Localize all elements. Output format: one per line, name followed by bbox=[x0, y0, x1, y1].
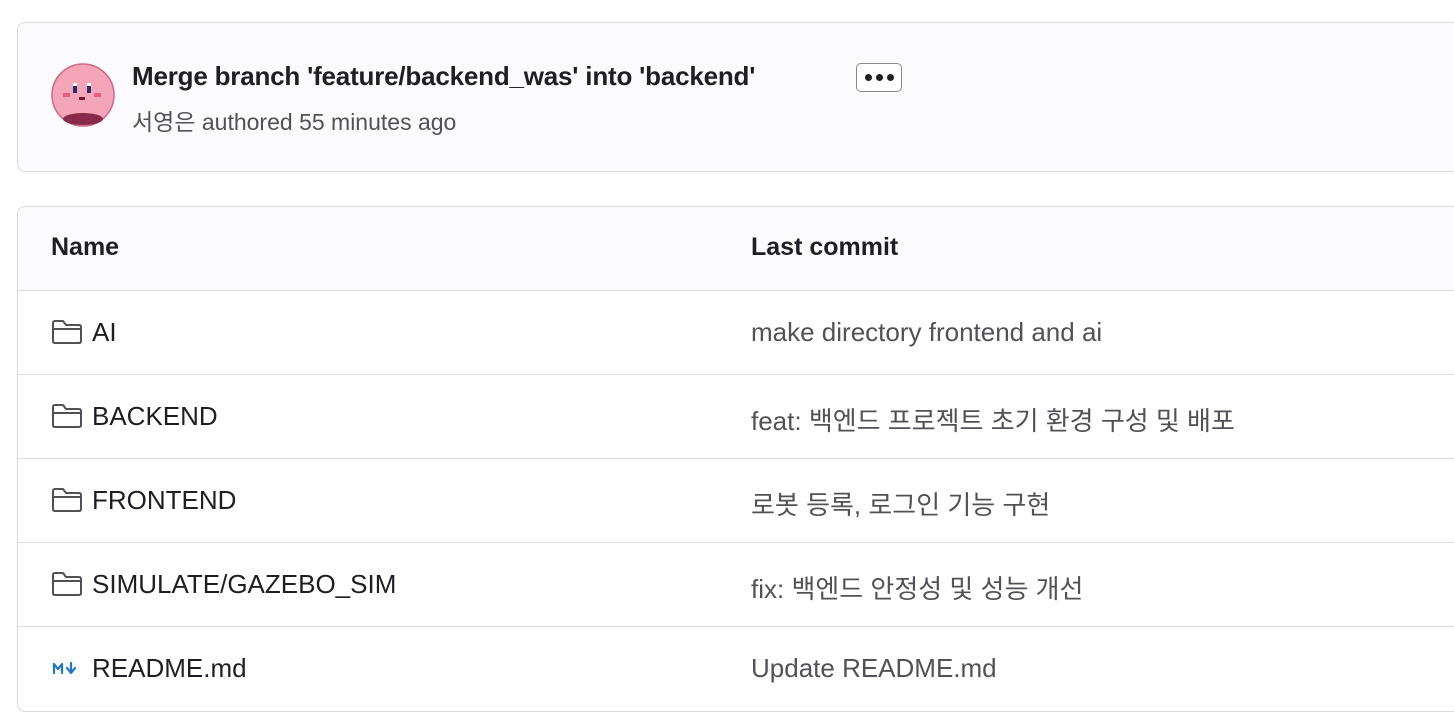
last-commit-link[interactable]: make directory frontend and ai bbox=[751, 317, 1102, 348]
table-row[interactable]: FRONTEND 로봇 등록, 로그인 기능 구현 bbox=[18, 459, 1454, 543]
file-name-link[interactable]: SIMULATE/GAZEBO_SIM bbox=[92, 569, 396, 600]
table-row[interactable]: README.md Update README.md bbox=[18, 627, 1454, 711]
latest-commit-card: Merge branch 'feature/backend_was' into … bbox=[17, 22, 1454, 172]
last-commit-link[interactable]: feat: 백엔드 프로젝트 초기 환경 구성 및 배포 bbox=[751, 401, 1235, 438]
ellipsis-dot bbox=[864, 74, 872, 81]
folder-icon bbox=[51, 403, 83, 429]
commit-more-button[interactable] bbox=[856, 63, 902, 92]
file-name-link[interactable]: BACKEND bbox=[92, 401, 218, 432]
commit-meta: 서영은 authored 55 minutes ago bbox=[132, 103, 456, 137]
table-header: Name Last commit bbox=[18, 207, 1454, 291]
column-header-last-commit: Last commit bbox=[751, 233, 899, 261]
markdown-icon bbox=[51, 655, 83, 681]
folder-icon bbox=[51, 487, 83, 513]
table-row[interactable]: BACKEND feat: 백엔드 프로젝트 초기 환경 구성 및 배포 bbox=[18, 375, 1454, 459]
column-header-name: Name bbox=[51, 233, 120, 261]
last-commit-link[interactable]: Update README.md bbox=[751, 653, 997, 684]
last-commit-link[interactable]: fix: 백엔드 안정성 및 성능 개선 bbox=[751, 569, 1083, 606]
author-avatar[interactable] bbox=[51, 63, 115, 127]
table-row[interactable]: SIMULATE/GAZEBO_SIM fix: 백엔드 안정성 및 성능 개선 bbox=[18, 543, 1454, 627]
file-name-link[interactable]: README.md bbox=[92, 653, 247, 684]
repository-file-table: Name Last commit AI make directory front… bbox=[17, 206, 1454, 712]
file-name-link[interactable]: FRONTEND bbox=[92, 485, 236, 516]
folder-icon bbox=[51, 319, 83, 345]
commit-authored-time: authored 55 minutes ago bbox=[195, 109, 457, 135]
ellipsis-dot bbox=[875, 74, 883, 81]
last-commit-link[interactable]: 로봇 등록, 로그인 기능 구현 bbox=[751, 485, 1050, 522]
folder-icon bbox=[51, 571, 83, 597]
file-name-link[interactable]: AI bbox=[92, 317, 117, 348]
ellipsis-dot bbox=[886, 74, 894, 81]
commit-author-link[interactable]: 서영은 bbox=[132, 109, 195, 135]
commit-title-link[interactable]: Merge branch 'feature/backend_was' into … bbox=[132, 61, 755, 92]
table-row[interactable]: AI make directory frontend and ai bbox=[18, 291, 1454, 375]
